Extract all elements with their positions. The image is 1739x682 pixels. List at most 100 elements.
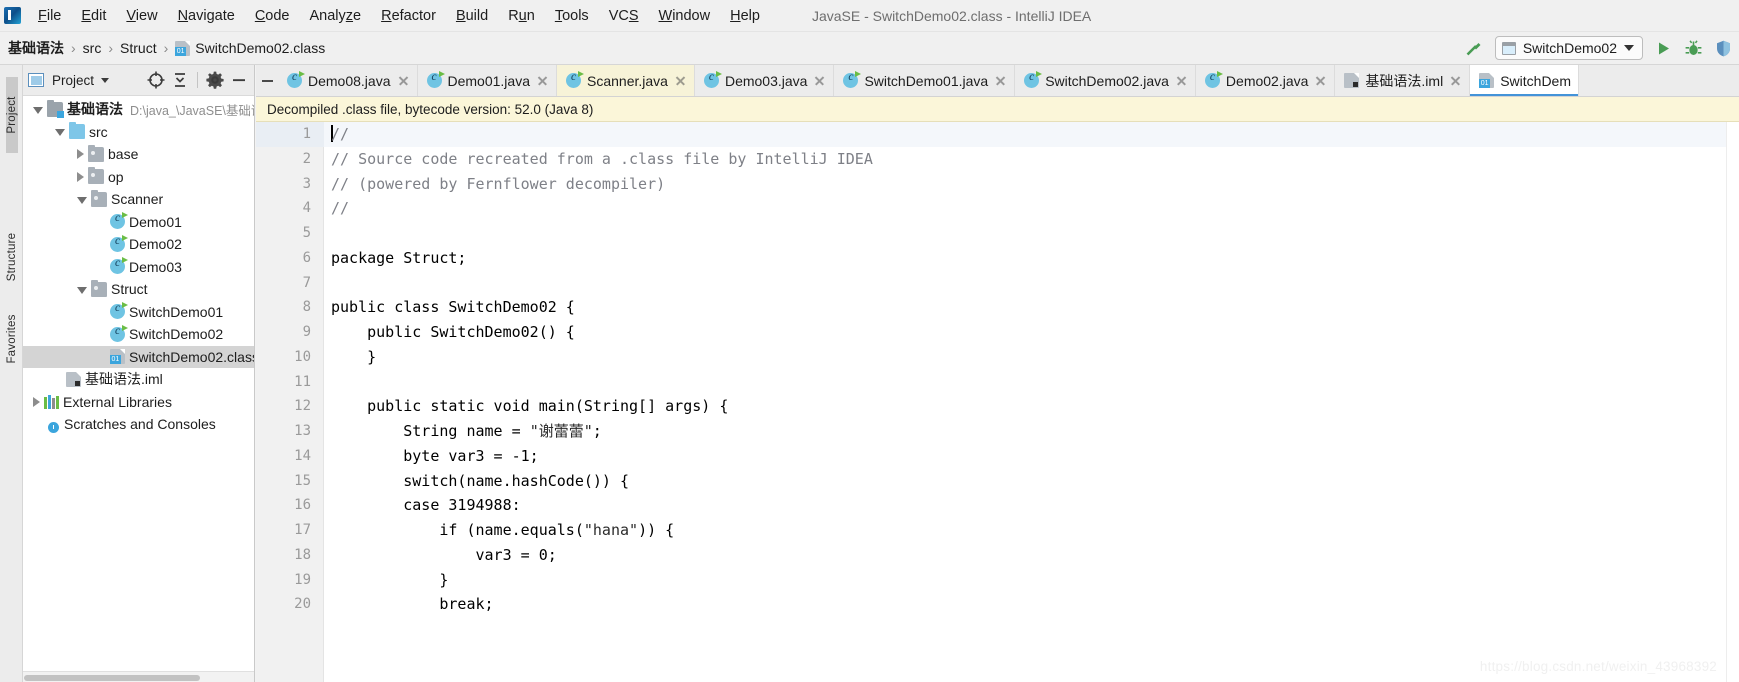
- close-icon[interactable]: [536, 74, 549, 87]
- code-line-19[interactable]: 19 }: [256, 568, 1739, 593]
- chevron-down-icon[interactable]: [101, 77, 110, 83]
- menu-item-run[interactable]: Run: [498, 3, 545, 29]
- code-text[interactable]: byte var3 = -1;: [324, 444, 1739, 469]
- menu-item-window[interactable]: Window: [649, 3, 721, 29]
- tree-node-6[interactable]: Demo02: [23, 233, 254, 256]
- code-line-10[interactable]: 10 }: [256, 345, 1739, 370]
- code-line-17[interactable]: 17 if (name.equals("hana")) {: [256, 518, 1739, 543]
- code-line-11[interactable]: 11: [256, 370, 1739, 395]
- code-editor[interactable]: 1//2// Source code recreated from a .cla…: [256, 122, 1739, 682]
- menu-item-navigate[interactable]: Navigate: [168, 3, 245, 29]
- tree-node-1[interactable]: src: [23, 121, 254, 144]
- editor-tab-1[interactable]: Demo01.java: [418, 65, 557, 96]
- code-line-12[interactable]: 12 public static void main(String[] args…: [256, 394, 1739, 419]
- line-number[interactable]: 15: [256, 469, 324, 494]
- tree-node-12[interactable]: 基础语法.iml: [23, 368, 254, 391]
- code-line-6[interactable]: 6 package Struct;: [256, 246, 1739, 271]
- code-content[interactable]: 1//2// Source code recreated from a .cla…: [256, 122, 1739, 682]
- tree-twisty-closed-icon[interactable]: [33, 396, 40, 407]
- code-text[interactable]: //: [324, 122, 1739, 147]
- run-play-icon[interactable]: [1654, 39, 1673, 58]
- close-icon[interactable]: [994, 74, 1007, 87]
- stripe-button-structure[interactable]: Structure: [6, 219, 18, 295]
- tree-node-7[interactable]: Demo03: [23, 256, 254, 279]
- code-line-1[interactable]: 1//: [256, 122, 1739, 147]
- editor-tab-0[interactable]: Demo08.java: [278, 65, 418, 96]
- code-line-9[interactable]: 9 public SwitchDemo02() {: [256, 320, 1739, 345]
- code-text[interactable]: public SwitchDemo02() {: [324, 320, 1739, 345]
- editor-tab-8[interactable]: SwitchDem: [1470, 65, 1579, 96]
- editor-tab-5[interactable]: SwitchDemo02.java: [1015, 65, 1196, 96]
- menu-item-help[interactable]: Help: [720, 3, 770, 29]
- editor-tab-6[interactable]: Demo02.java: [1196, 65, 1336, 96]
- tree-node-10[interactable]: SwitchDemo02: [23, 323, 254, 346]
- breadcrumb-item-2[interactable]: Struct: [115, 39, 162, 57]
- tree-node-3[interactable]: op: [23, 166, 254, 189]
- close-icon[interactable]: [813, 74, 826, 87]
- build-hammer-icon[interactable]: [1463, 38, 1484, 59]
- editor-tab-7[interactable]: 基础语法.iml: [1335, 65, 1471, 96]
- breadcrumb-item-0[interactable]: 基础语法: [3, 37, 69, 59]
- editor-tab-3[interactable]: Demo03.java: [695, 65, 835, 96]
- code-text[interactable]: case 3194988:: [324, 493, 1739, 518]
- code-line-20[interactable]: 20 break;: [256, 592, 1739, 617]
- code-text[interactable]: String name = "谢蕾蕾";: [324, 419, 1739, 444]
- tree-node-14[interactable]: Scratches and Consoles: [23, 413, 254, 436]
- close-icon[interactable]: [1175, 74, 1188, 87]
- code-text[interactable]: // Source code recreated from a .class f…: [324, 147, 1739, 172]
- code-line-5[interactable]: 5: [256, 221, 1739, 246]
- code-text[interactable]: switch(name.hashCode()) {: [324, 469, 1739, 494]
- tree-twisty-open-icon[interactable]: [55, 129, 65, 137]
- code-line-14[interactable]: 14 byte var3 = -1;: [256, 444, 1739, 469]
- tree-node-5[interactable]: Demo01: [23, 211, 254, 234]
- line-number[interactable]: 3: [256, 172, 324, 197]
- tree-twisty-closed-icon[interactable]: [77, 171, 84, 182]
- line-number[interactable]: 9: [256, 320, 324, 345]
- code-text[interactable]: package Struct;: [324, 246, 1739, 271]
- line-number[interactable]: 7: [256, 271, 324, 296]
- line-number[interactable]: 1: [256, 122, 324, 147]
- code-text[interactable]: [324, 370, 1739, 395]
- line-number[interactable]: 13: [256, 419, 324, 444]
- tree-node-0[interactable]: 基础语法 D:\java_\JavaSE\基础语: [23, 98, 254, 121]
- menu-item-file[interactable]: File: [28, 3, 71, 29]
- code-text[interactable]: //: [324, 196, 1739, 221]
- code-text[interactable]: public class SwitchDemo02 {: [324, 295, 1739, 320]
- editor-tab-2[interactable]: Scanner.java: [557, 65, 695, 96]
- line-number[interactable]: 10: [256, 345, 324, 370]
- code-text[interactable]: if (name.equals("hana")) {: [324, 518, 1739, 543]
- close-icon[interactable]: [397, 74, 410, 87]
- tree-node-4[interactable]: Scanner: [23, 188, 254, 211]
- editor-tab-4[interactable]: SwitchDemo01.java: [834, 65, 1016, 96]
- menu-item-edit[interactable]: Edit: [71, 3, 116, 29]
- code-text[interactable]: // (powered by Fernflower decompiler): [324, 172, 1739, 197]
- code-line-8[interactable]: 8 public class SwitchDemo02 {: [256, 295, 1739, 320]
- debug-bug-icon[interactable]: [1684, 39, 1703, 58]
- line-number[interactable]: 11: [256, 370, 324, 395]
- hide-tabs-icon[interactable]: [256, 65, 278, 96]
- close-icon[interactable]: [1314, 74, 1327, 87]
- code-line-3[interactable]: 3// (powered by Fernflower decompiler): [256, 172, 1739, 197]
- code-line-16[interactable]: 16 case 3194988:: [256, 493, 1739, 518]
- tree-node-13[interactable]: External Libraries: [23, 391, 254, 414]
- code-line-7[interactable]: 7: [256, 271, 1739, 296]
- code-line-18[interactable]: 18 var3 = 0;: [256, 543, 1739, 568]
- tree-node-8[interactable]: Struct: [23, 278, 254, 301]
- editor-scroll-rail[interactable]: [1726, 122, 1739, 682]
- line-number[interactable]: 2: [256, 147, 324, 172]
- line-number[interactable]: 6: [256, 246, 324, 271]
- breadcrumb-item-1[interactable]: src: [78, 39, 107, 57]
- tree-node-2[interactable]: base: [23, 143, 254, 166]
- line-number[interactable]: 8: [256, 295, 324, 320]
- menu-item-code[interactable]: Code: [245, 3, 300, 29]
- line-number[interactable]: 19: [256, 568, 324, 593]
- run-configuration-selector[interactable]: SwitchDemo02: [1494, 36, 1643, 60]
- code-text[interactable]: }: [324, 568, 1739, 593]
- line-number[interactable]: 14: [256, 444, 324, 469]
- code-line-15[interactable]: 15 switch(name.hashCode()) {: [256, 469, 1739, 494]
- code-line-13[interactable]: 13 String name = "谢蕾蕾";: [256, 419, 1739, 444]
- menu-item-build[interactable]: Build: [446, 3, 498, 29]
- stripe-button-project[interactable]: Project: [6, 77, 18, 153]
- tree-twisty-open-icon[interactable]: [33, 106, 43, 114]
- code-text[interactable]: break;: [324, 592, 1739, 617]
